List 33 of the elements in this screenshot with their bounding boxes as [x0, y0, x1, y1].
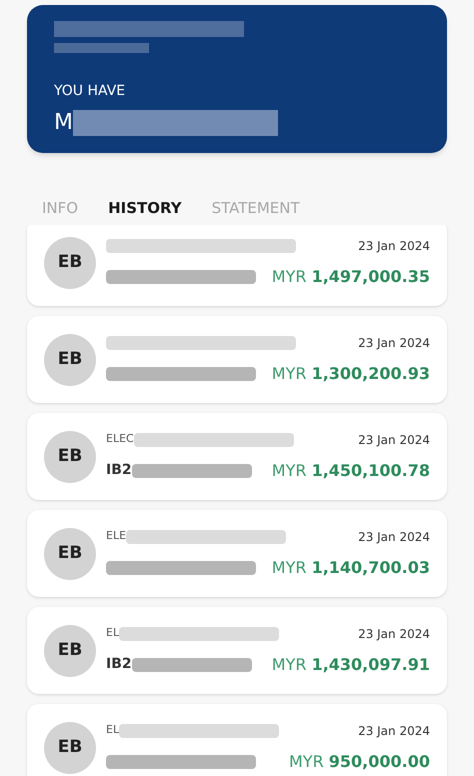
payee-name: ELE [106, 528, 126, 544]
transaction-card[interactable]: EB ELE 23 Jan 2024 MYR 1,140,700.03 [27, 510, 447, 597]
transaction-date: 23 Jan 2024 [358, 626, 430, 642]
transaction-date: 23 Jan 2024 [358, 334, 430, 352]
avatar: EB [44, 334, 96, 386]
transaction-amount: MYR 1,450,100.78 [272, 460, 430, 482]
transaction-amount: MYR 950,000.00 [288, 750, 430, 772]
payee-name: EL [106, 722, 120, 738]
transaction-card[interactable]: EB EL 23 Jan 2024 IB2 MYR 1,430,097.91 [27, 607, 447, 694]
payee-name: EL [106, 625, 120, 642]
avatar: EB [44, 624, 96, 676]
transaction-date: 23 Jan 2024 [358, 432, 430, 448]
transaction-amount: MYR 1,430,097.91 [272, 654, 430, 676]
transaction-card[interactable]: EB 23 Jan 2024 MYR 1,497,000.35 [27, 225, 447, 306]
reference-text: IB2 [106, 655, 132, 674]
transaction-amount: MYR 1,497,000.35 [272, 266, 430, 288]
transaction-amount: MYR 1,300,200.93 [272, 362, 430, 384]
balance-amount: M [54, 109, 73, 137]
transaction-date: 23 Jan 2024 [358, 238, 430, 254]
transaction-card[interactable]: EB 23 Jan 2024 MYR 1,300,200.93 [27, 316, 447, 403]
transaction-card[interactable]: EB ELEC 23 Jan 2024 IB2 MYR 1,450,100.78 [27, 413, 447, 500]
balance-label: YOU HAVE [54, 82, 126, 101]
payee-name: ELEC [106, 431, 134, 448]
avatar: EB [44, 236, 96, 288]
tab[interactable]: HISTORY [108, 197, 182, 224]
transaction-date: 23 Jan 2024 [358, 722, 430, 740]
transaction-card[interactable]: EB EL 23 Jan 2024 MYR 950,000.00 [27, 704, 447, 776]
avatar: EB [44, 430, 96, 482]
transaction-date: 23 Jan 2024 [358, 528, 430, 546]
avatar: EB [44, 722, 96, 774]
reference-text: IB2 [106, 461, 132, 480]
avatar: EB [44, 528, 96, 580]
transaction-amount: MYR 1,140,700.03 [272, 556, 430, 578]
